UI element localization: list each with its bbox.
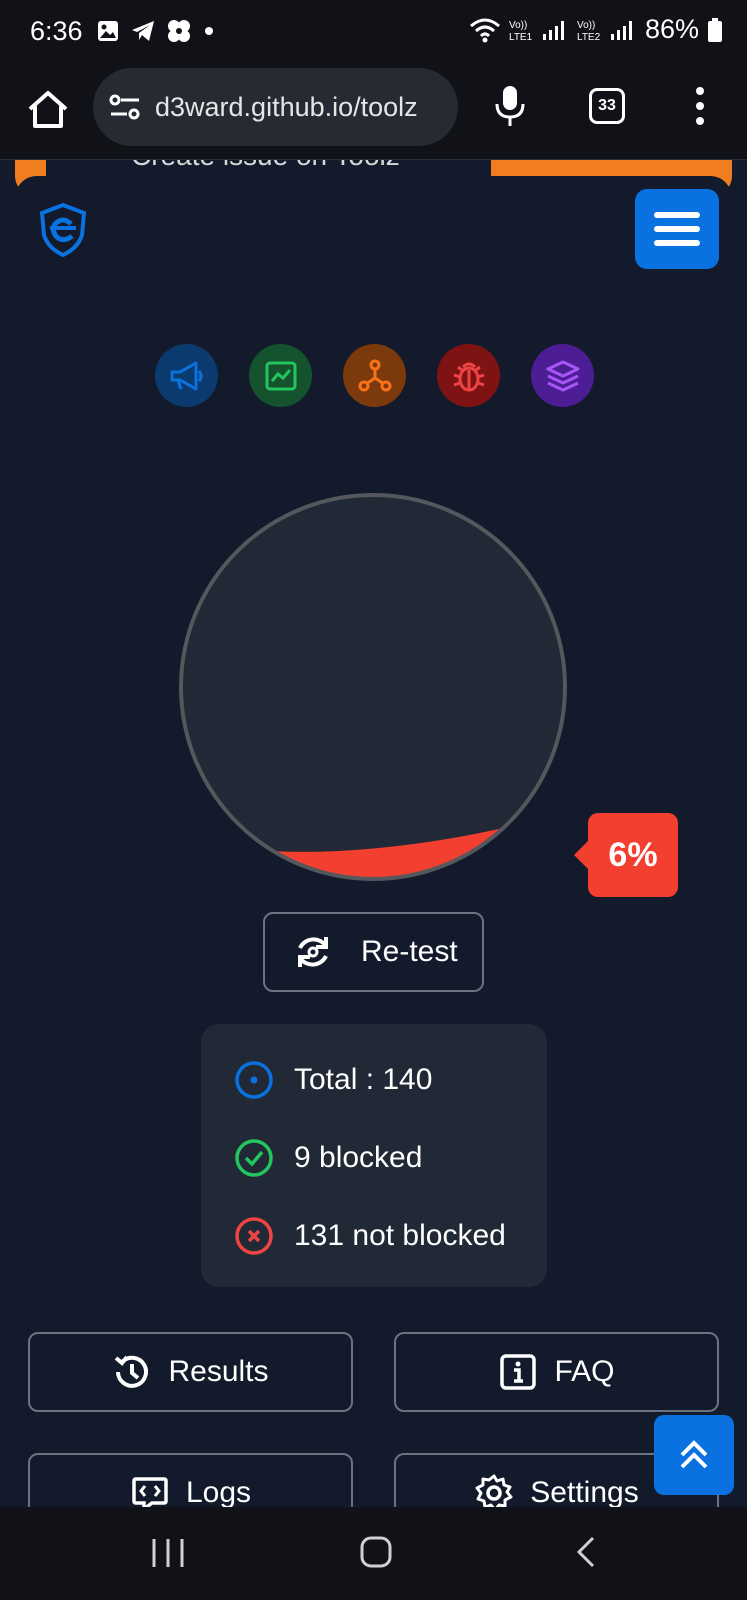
network-icon [358, 359, 391, 391]
layers-icon [546, 360, 579, 391]
back-nav-icon[interactable] [574, 1535, 598, 1569]
image-icon [98, 21, 118, 41]
signal-icon: Vo))LTE1 [509, 20, 564, 43]
refresh-icon [298, 937, 328, 967]
faq-button[interactable]: FAQ [394, 1332, 719, 1412]
home-icon[interactable] [26, 88, 70, 132]
retest-label: Re-test [361, 935, 458, 968]
system-navigation-bar [0, 1507, 747, 1600]
settings-label: Settings [530, 1476, 639, 1509]
stat-not-blocked: 131 not blocked [234, 1216, 506, 1256]
svg-text:Vo)): Vo)) [577, 20, 595, 31]
more-options-icon[interactable] [693, 86, 707, 126]
double-chevron-up-icon [680, 1440, 708, 1469]
percent-label: 6% [608, 835, 658, 874]
battery-percent: 86% [644, 14, 699, 44]
logs-label: Logs [185, 1476, 252, 1509]
telegram-icon [132, 21, 154, 41]
stat-blocked-text: 9 blocked [294, 1141, 423, 1174]
results-button[interactable]: Results [28, 1332, 353, 1412]
recent-apps-icon[interactable] [150, 1537, 186, 1569]
wifi-icon [469, 18, 500, 42]
system-status: Vo)) LTE1 Vo)) LTE2 86% [469, 14, 723, 45]
stat-total: Total : 140 [234, 1060, 432, 1100]
target-icon [235, 1061, 273, 1099]
layers-feature-button[interactable] [531, 344, 594, 407]
stats-card: Total : 140 9 blocked 131 not blocked [201, 1024, 547, 1287]
bug-icon [453, 362, 484, 391]
browser-toolbar: d3ward.github.io/toolz 33 [0, 66, 747, 160]
faq-label: FAQ [554, 1355, 615, 1388]
notification-icons [96, 18, 216, 44]
address-bar[interactable]: d3ward.github.io/toolz [93, 68, 458, 146]
history-icon [115, 1355, 149, 1388]
battery-icon [708, 17, 722, 42]
chart-icon [265, 361, 296, 390]
hamburger-line [654, 240, 700, 246]
menu-button[interactable] [635, 189, 719, 269]
network-feature-button[interactable] [343, 344, 406, 407]
svg-text:LTE1: LTE1 [509, 32, 533, 43]
svg-text:LTE2: LTE2 [577, 32, 601, 43]
dot-icon [205, 27, 213, 35]
url-text[interactable]: d3ward.github.io/toolz [155, 92, 445, 123]
feature-icons [155, 344, 595, 408]
x-circle-icon [235, 1217, 273, 1255]
status-bar: 6:36 Vo)) LTE1 Vo)) LTE2 86% [0, 0, 747, 66]
bug-feature-button[interactable] [437, 344, 500, 407]
stat-total-text: Total : 140 [294, 1063, 433, 1096]
ads-feature-button[interactable] [155, 344, 218, 407]
scroll-to-top-button[interactable] [654, 1415, 734, 1495]
check-circle-icon [235, 1139, 273, 1177]
signal-icon-2: Vo))LTE2 [577, 20, 632, 43]
stat-blocked: 9 blocked [234, 1138, 422, 1178]
analytics-feature-button[interactable] [249, 344, 312, 407]
status-time: 6:36 [30, 16, 83, 46]
megaphone-icon [170, 361, 202, 390]
issue-banner-link[interactable]: Create issue on Toolz [46, 160, 491, 176]
site-settings-icon[interactable] [109, 92, 141, 122]
pinwheel-icon [168, 20, 190, 42]
stat-not-blocked-text: 131 not blocked [294, 1219, 506, 1252]
hamburger-icon [654, 212, 700, 218]
info-icon [500, 1354, 537, 1390]
home-nav-icon[interactable] [359, 1535, 393, 1569]
percent-badge: 6% [574, 813, 678, 897]
tab-count: 33 [598, 97, 616, 114]
issue-banner-text[interactable]: Create issue on Toolz [131, 160, 400, 172]
svg-text:Vo)): Vo)) [509, 20, 527, 31]
tab-switcher-button[interactable]: 33 [589, 88, 625, 124]
hamburger-line [654, 226, 700, 232]
block-rate-gauge [179, 493, 567, 881]
results-label: Results [168, 1355, 269, 1388]
microphone-icon[interactable] [494, 84, 526, 128]
retest-button[interactable]: Re-test [263, 912, 484, 992]
shield-logo-icon[interactable] [38, 202, 88, 258]
